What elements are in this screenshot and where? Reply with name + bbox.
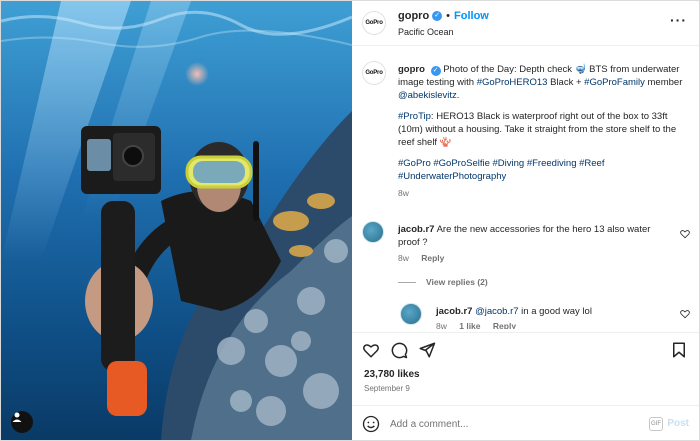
add-comment-bar: GIF Post (352, 405, 699, 440)
caption-text-3: member (647, 77, 683, 88)
follow-button[interactable]: Follow (454, 10, 489, 22)
protip-text: : HERO13 Black is waterproof right out o… (398, 111, 677, 148)
comment-text: jacob.r7 Are the new accessories for the… (398, 223, 668, 249)
tagged-user-icon[interactable] (11, 411, 33, 433)
comment-body: Are the new accessories for the hero 13 … (398, 224, 651, 248)
caption-text-2: Black + (550, 77, 582, 88)
comment-username[interactable]: jacob.r7 (398, 224, 434, 235)
commenter-avatar[interactable] (362, 221, 384, 243)
reply-age[interactable]: 8w (436, 321, 447, 329)
caption-text-4: . (456, 90, 460, 101)
comment-age[interactable]: 8w (398, 253, 409, 263)
reply-text: jacob.r7 @jacob.r7 in a good way lol (436, 305, 699, 318)
mention-link[interactable]: @abekislevitz (398, 90, 457, 101)
caption-age[interactable]: 8w (398, 187, 688, 200)
view-replies-label: View replies (2) (426, 277, 488, 287)
reply-button[interactable]: Reply (493, 321, 516, 329)
verified-badge-icon: ✓ (430, 66, 441, 76)
view-replies-button[interactable]: View replies (2) (398, 277, 488, 287)
reply-username[interactable]: jacob.r7 (436, 306, 472, 317)
hashtag-link[interactable]: #GoProFamily (584, 77, 645, 88)
reply-likes[interactable]: 1 like (459, 321, 480, 329)
more-horizontal-icon[interactable]: ··· (670, 13, 687, 27)
author-username-row: gopro ✓ • Follow (398, 10, 489, 22)
post-actions-bar (352, 332, 699, 362)
emoji-icon[interactable] (362, 415, 380, 433)
verified-badge-icon: ✓ (432, 11, 443, 21)
likes-count[interactable]: 23,780 likes (364, 369, 420, 380)
hashtag-link[interactable]: #GoProHERO13 (477, 77, 548, 88)
bookmark-icon[interactable] (670, 341, 688, 359)
comment-meta: 8w Reply (398, 253, 454, 263)
post-location[interactable]: Pacific Ocean (398, 27, 454, 37)
caption-author-avatar[interactable]: GoPro (362, 61, 386, 85)
caption-text: gopro ✓ Photo of the Day: Depth check 🤿 … (398, 63, 688, 200)
post-header: GoPro gopro ✓ • Follow Pacific Ocean ··· (352, 1, 699, 46)
share-icon[interactable] (418, 341, 436, 359)
underwater-scene-illustration (1, 1, 352, 440)
hashtag-link[interactable]: #ProTip (398, 111, 431, 122)
reply-body: in a good way lol (521, 306, 592, 317)
post-sidebar: GoPro gopro ✓ • Follow Pacific Ocean ···… (352, 1, 699, 440)
mention-link[interactable]: @jacob.r7 (475, 306, 518, 317)
comment-input[interactable] (390, 416, 640, 432)
commenter-avatar[interactable] (400, 303, 422, 325)
hashtags-line-1[interactable]: #GoPro #GoProSelfie #Diving #Freediving … (398, 158, 604, 169)
reply-meta: 8w 1 like Reply (436, 321, 526, 329)
heart-icon[interactable] (362, 341, 380, 359)
post-comment-button[interactable]: Post (667, 418, 689, 429)
replies-divider-line (398, 281, 416, 283)
hashtags-line-2[interactable]: #UnderwaterPhotography (398, 171, 506, 182)
reply-button[interactable]: Reply (421, 253, 444, 263)
author-avatar[interactable]: GoPro (362, 11, 386, 35)
comments-list[interactable]: GoPro gopro ✓ Photo of the Day: Depth ch… (352, 47, 699, 329)
gopro-logo: GoPro (365, 20, 383, 26)
post-photo[interactable] (1, 1, 352, 440)
person-icon (12, 412, 22, 422)
gif-icon[interactable]: GIF (649, 417, 663, 431)
caption-username[interactable]: gopro (398, 64, 425, 75)
post-date: September 9 (364, 384, 410, 393)
like-comment-heart-icon[interactable] (680, 309, 690, 319)
comment-icon[interactable] (390, 341, 408, 359)
like-comment-heart-icon[interactable] (680, 229, 690, 239)
gopro-logo: GoPro (365, 70, 383, 76)
separator: • (446, 10, 451, 22)
author-username[interactable]: gopro (398, 10, 429, 22)
